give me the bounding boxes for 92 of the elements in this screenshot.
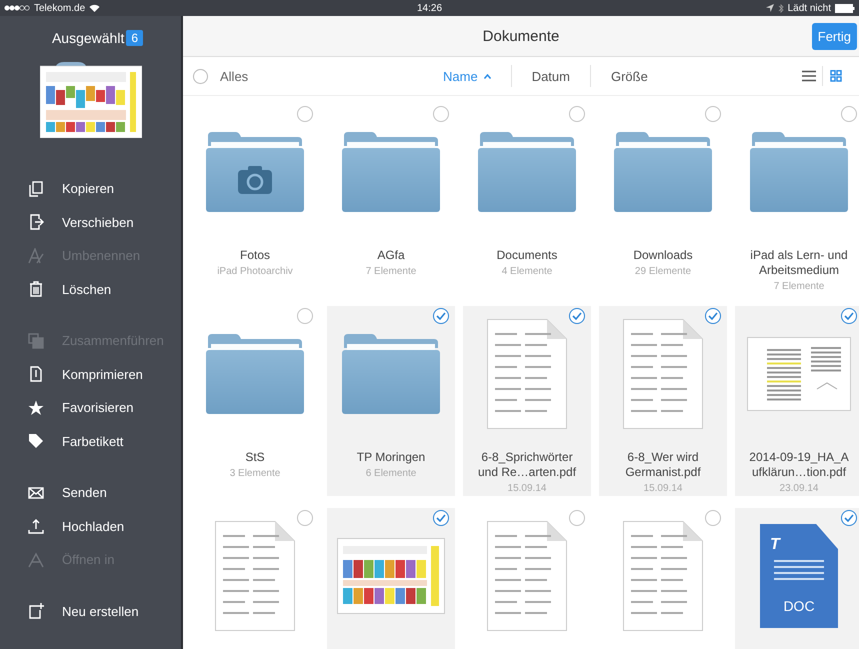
grid-icon xyxy=(829,70,843,82)
file-detail: 4 Elemente xyxy=(502,266,552,277)
file-tile[interactable]: T DOC xyxy=(735,508,859,649)
wifi-icon xyxy=(89,4,100,12)
zip-file-icon xyxy=(28,366,44,382)
file-tile[interactable]: Documents 4 Elemente xyxy=(463,104,591,294)
file-detail: 23.09.14 xyxy=(780,483,818,494)
list-icon xyxy=(802,70,816,82)
checkmark-icon xyxy=(705,308,721,324)
file-tile[interactable]: iPad als Lern- und Arbeitsmedium 7 Elemente xyxy=(735,104,859,294)
file-name: Downloads xyxy=(633,248,693,263)
file-name: 6-8_Wer wird Germanist.pdf xyxy=(624,450,702,480)
stacked-squares-icon xyxy=(28,332,44,349)
file-detail: 15.09.14 xyxy=(508,483,546,494)
file-name: Documents xyxy=(496,248,558,263)
file-tile[interactable]: 2014-09-19_HA_A ufklärun…tion.pdf 23.09.14 xyxy=(735,306,859,496)
file-tile[interactable]: AGfa 7 Elemente xyxy=(327,104,455,294)
selection-circle xyxy=(705,106,721,122)
file-tile[interactable]: TP Moringen 6 Elemente xyxy=(327,306,455,496)
carrier-name: Telekom.de xyxy=(34,2,86,14)
file-name: iPad als Lern- und Arbeitsmedium xyxy=(749,248,849,278)
folder-icon xyxy=(206,334,304,414)
file-name: AGfa xyxy=(377,248,405,263)
file-tile[interactable]: 6-8_Sprichwörter und Re…arten.pdf 15.09.14 xyxy=(463,306,591,496)
file-tile[interactable]: StS 3 Elemente xyxy=(191,306,319,496)
file-detail: 7 Elemente xyxy=(366,266,416,277)
sidebar-action[interactable]: Neu erstellen xyxy=(28,594,139,628)
selection-circle xyxy=(705,510,721,526)
bluetooth-icon xyxy=(778,4,784,12)
sort-tab[interactable]: Größe xyxy=(590,65,668,87)
file-detail: 29 Elemente xyxy=(634,266,692,277)
file-name: Fotos xyxy=(240,248,270,263)
checkmark-icon xyxy=(433,308,449,324)
folder-icon xyxy=(614,132,712,212)
copy-icon xyxy=(28,180,44,197)
tag-icon xyxy=(28,433,44,450)
file-detail: 6 Elemente xyxy=(366,468,416,479)
trash-icon xyxy=(28,281,44,298)
selection-circle xyxy=(569,106,585,122)
sidebar-action[interactable]: Kopieren xyxy=(28,172,114,206)
open-in-icon xyxy=(28,552,44,568)
folder-icon xyxy=(342,334,440,414)
rename-icon xyxy=(28,248,44,264)
file-detail: 7 Elemente xyxy=(774,281,824,292)
folder-icon xyxy=(478,132,576,212)
selection-circle xyxy=(433,106,449,122)
move-file-icon xyxy=(28,214,44,230)
sidebar-action[interactable]: Löschen xyxy=(28,272,112,306)
file-tile[interactable]: Downloads 29 Elemente xyxy=(599,104,727,294)
checkmark-icon xyxy=(433,510,449,526)
selection-count: 6 xyxy=(126,30,144,46)
file-detail: 15.09.14 xyxy=(644,483,682,494)
file-name: TP Moringen xyxy=(356,450,426,465)
file-detail: 3 Elemente xyxy=(230,468,280,479)
selection-circle xyxy=(297,106,313,122)
page-title: Dokumente xyxy=(482,28,560,44)
envelope-icon xyxy=(28,484,44,501)
new-file-icon xyxy=(28,603,44,620)
file-tile[interactable]: Fotos iPad Photoarchiv xyxy=(191,104,319,294)
camera-folder-icon xyxy=(206,132,304,212)
sidebar-action[interactable]: Farbetikett xyxy=(28,424,124,458)
sidebar-action[interactable]: Komprimieren xyxy=(28,358,143,391)
selection-circle xyxy=(297,308,313,324)
file-tile[interactable]: 6-8_Wer wird Germanist.pdf 15.09.14 xyxy=(599,306,727,496)
file-name: 2014-09-19_HA_A ufklärun…tion.pdf xyxy=(748,450,850,480)
checkmark-icon xyxy=(841,308,857,324)
sidebar-action[interactable]: Hochladen xyxy=(28,510,124,543)
checkmark-icon xyxy=(569,308,585,324)
file-tile[interactable] xyxy=(327,508,455,649)
checkmark-icon xyxy=(841,510,857,526)
sidebar-action[interactable]: Verschieben xyxy=(28,206,134,239)
signal-icon xyxy=(4,5,30,11)
star-icon xyxy=(28,400,44,416)
folder-icon xyxy=(750,132,848,212)
select-all-toggle[interactable]: Alles xyxy=(193,68,423,84)
sidebar-action[interactable]: Favorisieren xyxy=(28,391,134,424)
caret-icon xyxy=(484,74,491,78)
location-icon xyxy=(766,4,774,12)
selection-title: Ausgewählt xyxy=(52,30,124,46)
sidebar-action[interactable]: Senden xyxy=(28,476,107,510)
document-icon: T DOC xyxy=(760,524,838,628)
file-name: StS xyxy=(245,450,265,465)
upload-icon xyxy=(28,518,44,534)
file-name: 6-8_Sprichwörter und Re…arten.pdf xyxy=(476,450,578,480)
file-detail: iPad Photoarchiv xyxy=(217,266,293,277)
folder-icon xyxy=(342,132,440,212)
sort-tab[interactable]: Datum xyxy=(512,65,591,87)
clock-time: 14:26 xyxy=(416,2,442,14)
battery-icon xyxy=(835,4,855,12)
selection-circle xyxy=(569,510,585,526)
charging-status: Lädt nicht xyxy=(788,2,831,14)
selection-circle xyxy=(297,510,313,526)
